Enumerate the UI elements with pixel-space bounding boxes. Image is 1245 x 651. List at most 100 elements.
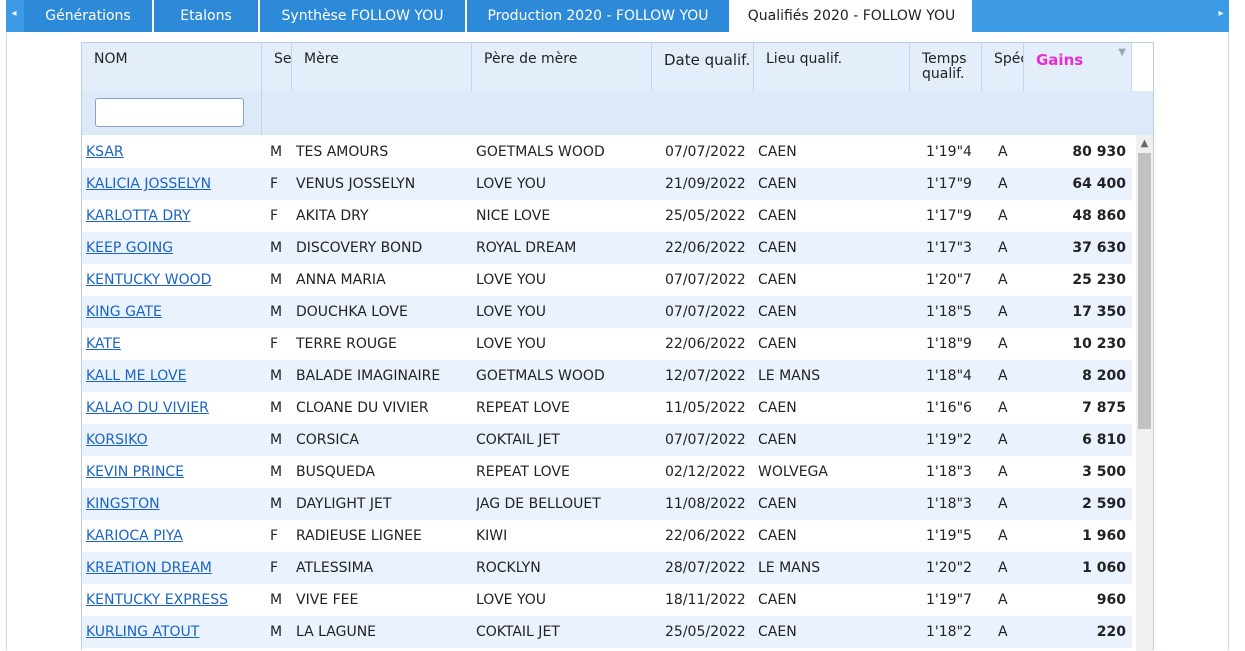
horse-name-link[interactable]: KEEP GOING: [86, 232, 258, 264]
temps-qualif-cell: 1'19"7: [926, 592, 972, 608]
spec-cell: A: [998, 496, 1008, 512]
col-header-sexe[interactable]: Se: [262, 43, 292, 91]
date-qualif-cell: 11/08/2022: [665, 496, 746, 512]
date-qualif-cell: 28/07/2022: [665, 560, 746, 576]
col-header-spec[interactable]: Spéc: [982, 43, 1024, 91]
temps-qualif-cell: 1'18"9: [926, 336, 972, 352]
sexe-cell: F: [270, 176, 279, 192]
chevron-up-icon[interactable]: ▲: [1136, 135, 1153, 152]
mere-cell: ATLESSIMA: [296, 560, 374, 576]
table-row[interactable]: KENTUCKY EXPRESS M VIVE FEE LOVE YOU 18/11/2…: [82, 584, 1132, 616]
filter-row: [82, 91, 1153, 135]
nom-filter-input[interactable]: [95, 98, 244, 127]
gains-cell: 64 400: [1072, 176, 1126, 192]
col-header-date-qualif[interactable]: Date qualif.: [652, 43, 754, 91]
sexe-cell: M: [270, 592, 283, 608]
temps-qualif-cell: 1'19"4: [926, 144, 972, 160]
spec-cell: A: [998, 144, 1008, 160]
tab-generations[interactable]: Générations: [24, 0, 154, 32]
sexe-cell: M: [270, 464, 283, 480]
qualified-horses-grid: NOM Se Mère Père de mère Date qualif. Li…: [81, 42, 1154, 651]
mere-cell: BUSQUEDA: [296, 464, 375, 480]
date-qualif-cell: 07/07/2022: [665, 304, 746, 320]
tab-etalons[interactable]: Etalons: [154, 0, 260, 32]
spec-cell: A: [998, 432, 1008, 448]
horse-name-link[interactable]: KALICIA JOSSELYN: [86, 168, 258, 200]
date-qualif-cell: 02/12/2022: [665, 464, 746, 480]
table-row[interactable]: KSAR M TES AMOURS GOETMALS WOOD 07/07/2022 CA…: [82, 136, 1132, 168]
table-row[interactable]: KURLING ATOUT M LA LAGUNE COKTAIL JET 25/05/…: [82, 616, 1132, 648]
table-row[interactable]: KALAO DU VIVIER M CLOANE DU VIVIER REPEAT L…: [82, 392, 1132, 424]
date-qualif-cell: 25/05/2022: [665, 624, 746, 640]
col-header-mere[interactable]: Mère: [292, 43, 472, 91]
date-qualif-cell: 22/06/2022: [665, 528, 746, 544]
lieu-qualif-cell: LE MANS: [758, 560, 821, 576]
tab-synthese[interactable]: Synthèse FOLLOW YOU: [260, 0, 467, 32]
mere-cell: LA LAGUNE: [296, 624, 377, 640]
pere-de-mere-cell: LOVE YOU: [476, 592, 546, 608]
lieu-qualif-cell: CAEN: [758, 592, 797, 608]
col-header-gains[interactable]: Gains ▼: [1024, 43, 1132, 91]
lieu-qualif-cell: CAEN: [758, 400, 797, 416]
horse-name-link[interactable]: KALL ME LOVE: [86, 360, 258, 392]
scrollbar-thumb[interactable]: [1138, 153, 1151, 429]
spec-cell: A: [998, 400, 1008, 416]
horse-name-link[interactable]: KARLOTTA DRY: [86, 200, 258, 232]
horse-name-link[interactable]: KURLING ATOUT: [86, 616, 258, 648]
table-row[interactable]: KATE F TERRE ROUGE LOVE YOU 22/06/2022 CAEN 1'…: [82, 328, 1132, 360]
pere-de-mere-cell: ROCKLYN: [476, 560, 541, 576]
horse-name-link[interactable]: KSAR: [86, 136, 258, 168]
pere-de-mere-cell: LOVE YOU: [476, 304, 546, 320]
date-qualif-cell: 25/05/2022: [665, 208, 746, 224]
gains-cell: 8 200: [1082, 368, 1126, 384]
horse-name-link[interactable]: KEVIN PRINCE: [86, 456, 258, 488]
table-row[interactable]: KALICIA JOSSELYN F VENUS JOSSELYN LOVE YOU 2…: [82, 168, 1132, 200]
horse-name-link[interactable]: KINGSTON: [86, 488, 258, 520]
tab-qualifies-2020[interactable]: Qualifiés 2020 - FOLLOW YOU: [731, 0, 972, 32]
horse-name-link[interactable]: KORSIKO: [86, 424, 258, 456]
tab-scroll-right-icon[interactable]: ▸: [1213, 0, 1229, 32]
table-row[interactable]: KEEP GOING M DISCOVERY BOND ROYAL DREAM 22/0…: [82, 232, 1132, 264]
lieu-qualif-cell: CAEN: [758, 144, 797, 160]
date-qualif-cell: 21/09/2022: [665, 176, 746, 192]
horse-name-link[interactable]: KENTUCKY EXPRESS: [86, 584, 258, 616]
sexe-cell: M: [270, 496, 283, 512]
horse-name-link[interactable]: KREATION DREAM: [86, 552, 258, 584]
sexe-cell: F: [270, 336, 279, 352]
horse-name-link[interactable]: KING GATE: [86, 296, 258, 328]
horse-name-link[interactable]: KENTUCKY WOOD: [86, 264, 258, 296]
horse-name-link[interactable]: KATE: [86, 328, 258, 360]
mere-cell: DAYLIGHT JET: [296, 496, 392, 512]
table-row[interactable]: KARIOCA PIYA F RADIEUSE LIGNEE KIWI 22/06/20…: [82, 520, 1132, 552]
table-row[interactable]: KORSIKO M CORSICA COKTAIL JET 07/07/2022 CAEN…: [82, 424, 1132, 456]
sexe-cell: M: [270, 624, 283, 640]
table-row[interactable]: KINGSTON M DAYLIGHT JET JAG DE BELLOUET 11/0…: [82, 488, 1132, 520]
tab-production-2020[interactable]: Production 2020 - FOLLOW YOU: [467, 0, 731, 32]
spec-cell: A: [998, 176, 1008, 192]
horse-name-link[interactable]: KALAO DU VIVIER: [86, 392, 258, 424]
sexe-cell: F: [270, 208, 279, 224]
filter-cell-nom: [82, 91, 262, 135]
gains-cell: 17 350: [1072, 304, 1126, 320]
table-row[interactable]: KENTUCKY WOOD M ANNA MARIA LOVE YOU 07/07/20…: [82, 264, 1132, 296]
col-header-temps-qualif[interactable]: Temps qualif.: [910, 43, 982, 91]
table-row[interactable]: KARLOTTA DRY F AKITA DRY NICE LOVE 25/05/202…: [82, 200, 1132, 232]
table-row[interactable]: KALL ME LOVE M BALADE IMAGINAIRE GOETMALS W…: [82, 360, 1132, 392]
spec-cell: A: [998, 304, 1008, 320]
lieu-qualif-cell: CAEN: [758, 304, 797, 320]
temps-qualif-cell: 1'16"6: [926, 400, 972, 416]
gains-cell: 7 875: [1082, 400, 1126, 416]
table-row[interactable]: KEVIN PRINCE M BUSQUEDA REPEAT LOVE 02/12/20…: [82, 456, 1132, 488]
col-header-pere-de-mere[interactable]: Père de mère: [472, 43, 652, 91]
horse-name-link[interactable]: KARIOCA PIYA: [86, 520, 258, 552]
vertical-scrollbar[interactable]: ▲: [1136, 135, 1153, 651]
temps-qualif-cell: 1'18"4: [926, 368, 972, 384]
tab-scroll-left-icon[interactable]: ◂: [6, 0, 22, 32]
table-row[interactable]: KING GATE M DOUCHKA LOVE LOVE YOU 07/07/2022…: [82, 296, 1132, 328]
date-qualif-cell: 07/07/2022: [665, 144, 746, 160]
sort-triangle-icon[interactable]: ▼: [1118, 47, 1126, 58]
table-row[interactable]: KREATION DREAM F ATLESSIMA ROCKLYN 28/07/202…: [82, 552, 1132, 584]
col-header-nom[interactable]: NOM: [82, 43, 262, 91]
col-header-lieu-qualif[interactable]: Lieu qualif.: [754, 43, 910, 91]
mere-cell: TES AMOURS: [296, 144, 389, 160]
